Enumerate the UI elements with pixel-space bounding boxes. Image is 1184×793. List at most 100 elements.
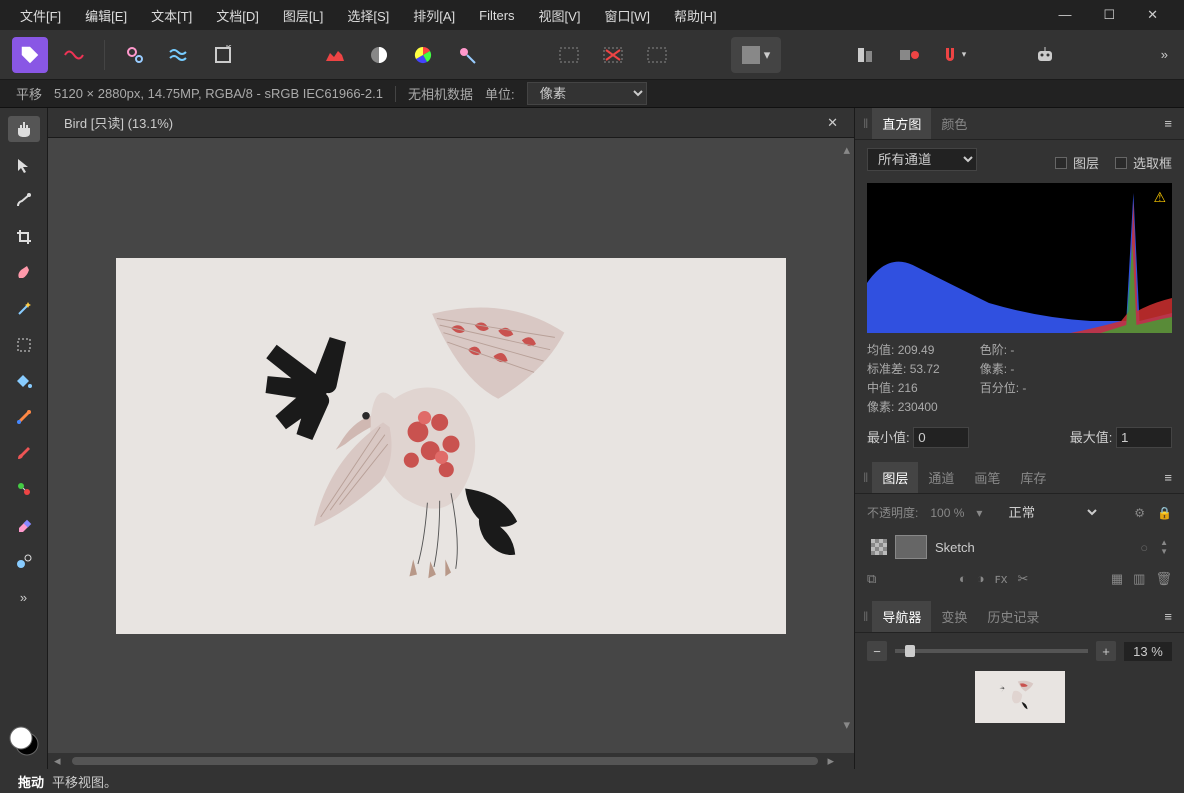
persona-photo-icon[interactable]	[12, 37, 48, 73]
tab-close-icon[interactable]: ✕	[827, 115, 838, 131]
flood-select-tool[interactable]	[8, 260, 40, 286]
tab-stock[interactable]: 库存	[1010, 462, 1056, 493]
crop-layer-icon[interactable]: ✂	[1017, 571, 1028, 587]
delete-layer-icon[interactable]: 🗑	[1155, 571, 1172, 587]
menu-help[interactable]: 帮助[H]	[662, 0, 729, 31]
horizontal-scrollbar[interactable]: ◂ ▸	[48, 753, 854, 769]
more-tools-icon[interactable]: »	[8, 584, 40, 610]
panel-menu-icon[interactable]: ≡	[1160, 466, 1176, 489]
zoom-value[interactable]: 13 %	[1124, 642, 1172, 661]
tab-brushes[interactable]: 画笔	[964, 462, 1010, 493]
zoom-out-button[interactable]: −	[867, 641, 887, 661]
gradient-tool[interactable]	[8, 404, 40, 430]
tab-histogram[interactable]: 直方图	[872, 108, 931, 139]
status-hint: 平移视图。	[52, 772, 117, 791]
min-input[interactable]	[913, 427, 969, 448]
layer-visibility-icon[interactable]	[871, 539, 887, 555]
clone-tool[interactable]	[8, 548, 40, 574]
menu-text[interactable]: 文本[T]	[139, 0, 204, 31]
selection-brush-tool[interactable]	[8, 188, 40, 214]
document-tab-title[interactable]: Bird [只读] (13.1%)	[64, 113, 173, 132]
view-tool[interactable]	[8, 116, 40, 142]
warning-icon: ⚠	[1153, 189, 1166, 206]
quickmask-icon[interactable]	[551, 37, 587, 73]
record-icon[interactable]	[891, 37, 927, 73]
marquee-tool[interactable]	[8, 332, 40, 358]
layer-name[interactable]: Sketch	[935, 540, 975, 555]
gear-icon[interactable]: ⚙	[1134, 506, 1145, 520]
tab-color[interactable]: 颜色	[931, 108, 977, 139]
levels-icon[interactable]	[317, 37, 353, 73]
contrast-icon[interactable]	[361, 37, 397, 73]
gears-icon[interactable]	[117, 37, 153, 73]
panel-menu-icon[interactable]: ≡	[1160, 605, 1176, 628]
status-action: 拖动	[18, 772, 44, 791]
brush-adjust-icon[interactable]	[449, 37, 485, 73]
move-tool[interactable]	[8, 152, 40, 178]
tab-layers[interactable]: 图层	[872, 462, 918, 493]
menu-filters[interactable]: Filters	[467, 2, 526, 29]
opacity-value[interactable]: 100 %	[930, 506, 964, 520]
add-layer-icon[interactable]: ▦	[1111, 571, 1123, 587]
magic-wand-tool[interactable]	[8, 296, 40, 322]
color-selector[interactable]	[7, 724, 41, 761]
selection-checkbox[interactable]	[1115, 157, 1127, 169]
persona-liquify-icon[interactable]	[56, 37, 92, 73]
tab-channels[interactable]: 通道	[918, 462, 964, 493]
paint-brush-tool[interactable]	[8, 440, 40, 466]
merge-icon[interactable]: ▥	[1133, 571, 1145, 587]
close-icon[interactable]: ✕	[1139, 3, 1166, 27]
menu-arrange[interactable]: 排列[A]	[401, 0, 467, 31]
align-icon[interactable]	[847, 37, 883, 73]
tab-transform[interactable]: 变换	[931, 601, 977, 632]
scroll-up-icon[interactable]: ▴	[843, 142, 850, 158]
reselect-icon[interactable]	[639, 37, 675, 73]
color-replace-tool[interactable]	[8, 476, 40, 502]
channel-select[interactable]: 所有通道	[867, 148, 977, 171]
snapping-icon[interactable]: ▾	[935, 37, 971, 73]
blend-mode-select[interactable]: 正常	[1000, 502, 1100, 523]
layer-group-icon[interactable]: ⧉	[867, 571, 876, 587]
right-panels: ‖ 直方图 颜色 ≡ 所有通道 图层 选取框 ⚠ 均值: 209.49	[854, 108, 1184, 769]
zoom-in-button[interactable]: +	[1096, 641, 1116, 661]
menu-select[interactable]: 选择[S]	[335, 0, 401, 31]
canvas-viewport[interactable]: ▴	[48, 138, 854, 753]
flood-fill-tool[interactable]	[8, 368, 40, 394]
toolbox: »	[0, 108, 48, 769]
scroll-down-icon[interactable]: ▾	[843, 717, 850, 733]
mask-icon[interactable]: ◐	[959, 571, 967, 587]
menu-edit[interactable]: 编辑[E]	[73, 0, 139, 31]
canvas-image	[116, 258, 786, 634]
lock-icon[interactable]: 🔒	[1157, 506, 1172, 520]
crop-tool[interactable]	[8, 224, 40, 250]
layer-checkbox[interactable]	[1055, 157, 1067, 169]
layer-row[interactable]: Sketch ○ ▲▼	[867, 531, 1172, 563]
waves-icon[interactable]	[161, 37, 197, 73]
fx-icon[interactable]: ꜰx	[995, 571, 1008, 587]
menu-layer[interactable]: 图层[L]	[271, 0, 335, 31]
layer-up-icon[interactable]: ▲	[1160, 538, 1168, 547]
zoom-slider[interactable]	[895, 649, 1088, 653]
unit-label: 单位:	[485, 84, 515, 103]
resize-doc-icon[interactable]	[205, 37, 241, 73]
navigator-thumbnail[interactable]	[975, 671, 1065, 723]
color-swatch-dropdown[interactable]: ▾	[731, 37, 781, 73]
erase-tool[interactable]	[8, 512, 40, 538]
assistant-icon[interactable]	[1027, 37, 1063, 73]
unit-select[interactable]: 像素	[527, 82, 647, 105]
menu-window[interactable]: 窗口[W]	[592, 0, 662, 31]
adjustment-icon[interactable]: ◑	[977, 571, 985, 587]
layer-down-icon[interactable]: ▼	[1160, 547, 1168, 556]
panel-menu-icon[interactable]: ≡	[1160, 112, 1176, 135]
tab-history[interactable]: 历史记录	[977, 601, 1049, 632]
menu-file[interactable]: 文件[F]	[8, 0, 73, 31]
menu-view[interactable]: 视图[V]	[527, 0, 593, 31]
no-selection-icon[interactable]	[595, 37, 631, 73]
tab-navigator[interactable]: 导航器	[872, 601, 931, 632]
color-wheel-icon[interactable]	[405, 37, 441, 73]
chevron-right-icon[interactable]: »	[1157, 43, 1172, 66]
minimize-icon[interactable]: —	[1050, 3, 1079, 27]
maximize-icon[interactable]: ☐	[1095, 3, 1123, 27]
menu-document[interactable]: 文档[D]	[204, 0, 271, 31]
max-input[interactable]	[1116, 427, 1172, 448]
